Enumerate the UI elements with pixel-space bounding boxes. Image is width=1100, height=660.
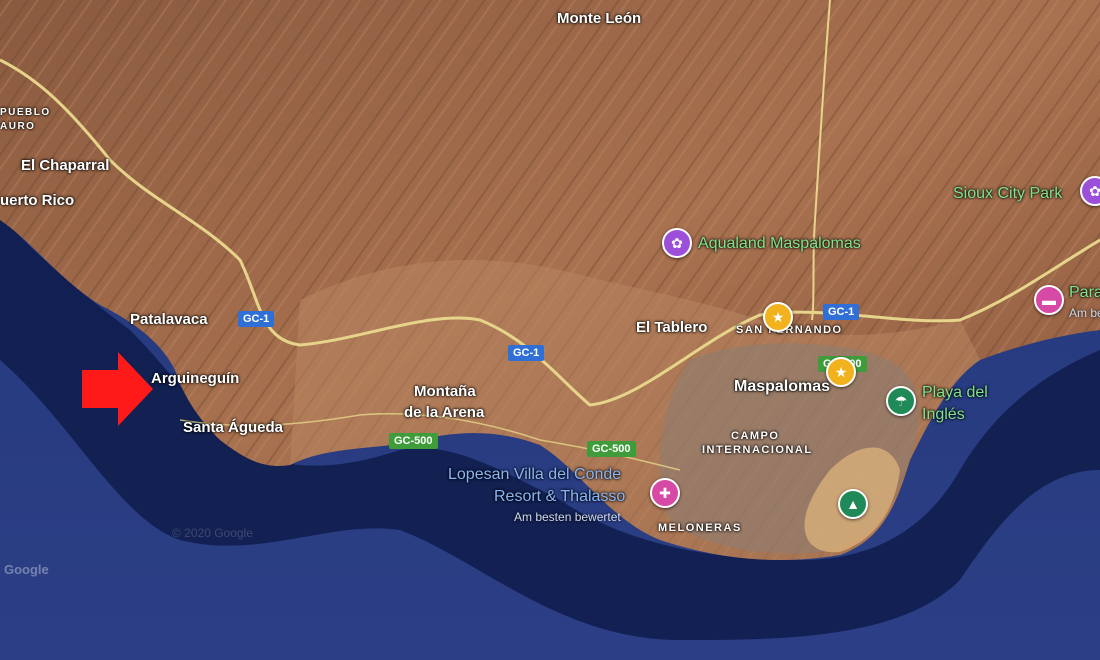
- place-label-campo[interactable]: CAMPO: [731, 430, 779, 442]
- poi-label-para[interactable]: Para: [1069, 284, 1100, 302]
- poi-label-aqualand[interactable]: Aqualand Maspalomas: [698, 235, 861, 253]
- star-icon[interactable]: ★: [763, 302, 793, 332]
- place-label-patalavaca[interactable]: Patalavaca: [130, 311, 208, 328]
- place-label-mauro[interactable]: AURO: [0, 121, 35, 132]
- place-label-puerto-rico[interactable]: uerto Rico: [0, 192, 74, 209]
- place-label-monte-leon[interactable]: Monte León: [557, 10, 641, 27]
- road-shield-gc500: GC-500: [389, 433, 438, 449]
- amusement-park-icon[interactable]: ✿: [662, 228, 692, 258]
- place-label-arguineguin[interactable]: Arguineguín: [151, 370, 239, 387]
- place-label-meloneras[interactable]: MELONERAS: [658, 522, 742, 534]
- poi-label-lopesan-2[interactable]: Resort & Thalasso: [494, 488, 625, 506]
- terrain-layer: [0, 0, 1100, 660]
- poi-sublabel-para: Am be: [1069, 306, 1100, 320]
- google-watermark: Google: [4, 562, 49, 577]
- place-label-montana-arena[interactable]: Montaña: [414, 383, 476, 400]
- star-icon[interactable]: ★: [826, 357, 856, 387]
- copyright-text: © 2020 Google: [172, 526, 253, 540]
- poi-label-playa-ingles-2[interactable]: Inglés: [922, 406, 965, 424]
- poi-sublabel-lopesan: Am besten bewertet: [514, 510, 621, 524]
- place-label-maspalomas[interactable]: Maspalomas: [734, 378, 830, 396]
- place-label-el-tablero[interactable]: El Tablero: [636, 319, 707, 336]
- spa-hotel-icon[interactable]: ✚: [650, 478, 680, 508]
- poi-label-playa-ingles[interactable]: Playa del: [922, 384, 988, 402]
- place-label-santa-agueda[interactable]: Santa Águeda: [183, 419, 283, 436]
- hotel-icon[interactable]: ▬: [1034, 285, 1064, 315]
- road-shield-gc500: GC-500: [587, 441, 636, 457]
- road-shield-gc1: GC-1: [508, 345, 545, 361]
- place-label-pueblo[interactable]: PUEBLO: [0, 107, 51, 118]
- poi-label-lopesan[interactable]: Lopesan Villa del Conde: [448, 466, 621, 484]
- map-view[interactable]: GC-1 GC-1 GC-1 GC-500 GC-500 GC-500 Mont…: [0, 0, 1100, 660]
- beach-umbrella-icon[interactable]: ☂: [886, 386, 916, 416]
- place-label-montana-arena-2[interactable]: de la Arena: [404, 404, 484, 421]
- place-label-el-chaparral[interactable]: El Chaparral: [21, 157, 109, 174]
- poi-label-sioux-city[interactable]: Sioux City Park: [953, 185, 1062, 203]
- road-shield-gc1: GC-1: [823, 304, 860, 320]
- place-label-internacional[interactable]: INTERNACIONAL: [702, 444, 813, 456]
- tree-icon[interactable]: ▲: [838, 489, 868, 519]
- red-arrow-icon: [82, 352, 153, 426]
- road-shield-gc1: GC-1: [238, 311, 275, 327]
